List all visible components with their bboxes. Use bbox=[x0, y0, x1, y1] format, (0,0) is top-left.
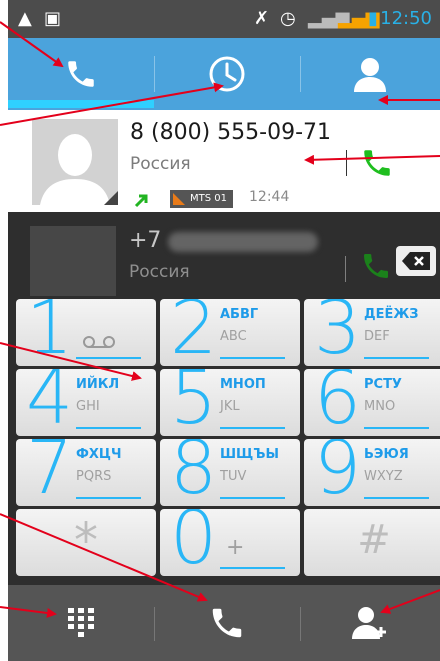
active-tab-indicator bbox=[8, 100, 154, 108]
tab-call-log[interactable] bbox=[154, 38, 300, 110]
call-button[interactable] bbox=[154, 585, 300, 661]
phone-icon bbox=[364, 254, 388, 278]
dimmed-call-log-row: +7 Россия bbox=[8, 212, 440, 302]
battery-icon: ▮ bbox=[368, 8, 378, 29]
call-time: 12:44 bbox=[249, 189, 290, 205]
key-3[interactable]: 3 ДЕЁЖЗ DEF bbox=[304, 299, 440, 366]
outgoing-call-icon bbox=[134, 194, 148, 208]
call-log-row[interactable]: 8 (800) 555-09-71 Россия MTS 01 12:44 bbox=[8, 110, 440, 210]
key-2[interactable]: 2 АБВГ ABC bbox=[160, 299, 300, 366]
key-star[interactable]: * bbox=[16, 509, 156, 576]
key-0[interactable]: 0 + bbox=[160, 509, 300, 576]
phone-icon bbox=[68, 61, 94, 87]
key-8[interactable]: 8 ШЩЪЫ TUV bbox=[160, 439, 300, 506]
blurred-number bbox=[168, 232, 318, 252]
phone-icon bbox=[212, 608, 242, 638]
key-4[interactable]: 4 ИЙКЛ GHI bbox=[16, 369, 156, 436]
avatar bbox=[32, 119, 118, 205]
key-1[interactable]: 1 bbox=[16, 299, 156, 366]
add-contact-icon bbox=[352, 607, 386, 639]
clock-icon bbox=[209, 56, 245, 92]
contact-icon bbox=[354, 58, 386, 92]
key-6[interactable]: 6 РСТУ MNO bbox=[304, 369, 440, 436]
alarm-icon: ◷ bbox=[280, 8, 296, 29]
dialpad-icon bbox=[68, 608, 94, 637]
mute-icon: ✗ bbox=[254, 8, 270, 29]
voicemail-icon bbox=[83, 336, 115, 348]
backspace-icon bbox=[402, 252, 430, 270]
key-9[interactable]: 9 ЬЭЮЯ WXYZ bbox=[304, 439, 440, 506]
key-hash[interactable]: # bbox=[304, 509, 440, 576]
key-5[interactable]: 5 МНОП JKL bbox=[160, 369, 300, 436]
dimmed-number: +7 bbox=[129, 228, 162, 253]
dimmed-country: Россия bbox=[129, 262, 190, 282]
bottom-action-bar bbox=[8, 585, 440, 661]
dialer-screen: ▲ ▣ ✗ ◷ ▂▄▆ ▂▄▆ ▮ 12:50 8 (800) 555-09-7… bbox=[0, 0, 440, 661]
phone-icon bbox=[364, 150, 390, 176]
status-time: 12:50 bbox=[380, 8, 432, 29]
add-contact-button[interactable] bbox=[300, 585, 440, 661]
backspace-button[interactable] bbox=[396, 246, 436, 276]
key-7[interactable]: 7 ФХЦЧ PQRS bbox=[16, 439, 156, 506]
picture-icon: ▣ bbox=[44, 8, 62, 29]
dialpad-toggle-button[interactable] bbox=[8, 585, 154, 661]
tab-contacts[interactable] bbox=[300, 38, 440, 110]
call-number: 8 (800) 555-09-71 bbox=[130, 120, 331, 145]
keypad: 1 2 АБВГ ABC 3 ДЕЁЖЗ DEF 4 ИЙКЛ GHI 5 МНОП JKL 6… bbox=[8, 299, 440, 584]
sim-badge: MTS 01 bbox=[170, 190, 233, 208]
call-country: Россия bbox=[130, 154, 191, 174]
status-bar: ▲ ▣ ✗ ◷ ▂▄▆ ▂▄▆ ▮ 12:50 bbox=[8, 0, 440, 38]
warning-icon: ▲ bbox=[18, 8, 32, 29]
call-back-button[interactable] bbox=[360, 146, 394, 184]
